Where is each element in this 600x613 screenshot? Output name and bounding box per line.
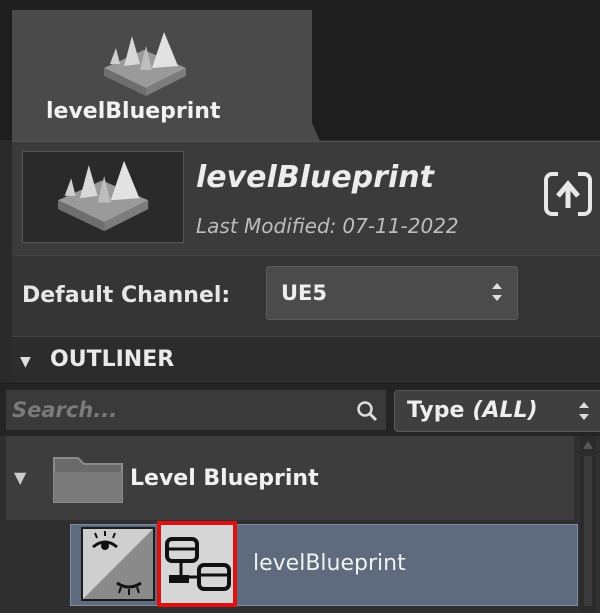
expand-triangle-icon[interactable]: ▼ (14, 468, 26, 487)
export-icon[interactable] (540, 166, 596, 222)
search-icon[interactable] (356, 400, 378, 422)
blueprint-graph-icon (165, 537, 231, 591)
eye-icon (83, 529, 153, 599)
default-channel-value: UE5 (281, 281, 328, 305)
editor-panel: levelBlueprint levelBlueprint Last Modif… (0, 0, 600, 613)
tree-item-label: levelBlueprint (253, 551, 406, 576)
scrollbar[interactable] (580, 436, 596, 613)
last-modified-label: Last Modified: (196, 214, 337, 238)
level-blueprint-icon (104, 32, 186, 96)
default-channel-select[interactable]: UE5 (266, 266, 518, 320)
scroll-up-icon[interactable] (582, 440, 594, 450)
tree-item-row[interactable]: levelBlueprint (70, 521, 578, 607)
collapse-triangle-icon[interactable]: ▼ (20, 354, 31, 370)
scroll-track[interactable] (584, 456, 592, 606)
last-modified: Last Modified: 07-11-2022 (196, 214, 459, 238)
asset-thumbnail (22, 151, 184, 243)
updown-arrows-icon (579, 402, 589, 420)
type-filter-label: Type (ALL) (407, 398, 538, 423)
tab-label: levelBlueprint (46, 99, 221, 124)
outliner-tree: ▼ Level Blueprint levelBlueprint (0, 436, 600, 613)
level-blueprint-icon (58, 160, 149, 232)
outliner-header[interactable]: ▼ OUTLINER (12, 336, 600, 383)
blueprint-icon-highlight[interactable] (157, 521, 237, 607)
asset-title: levelBlueprint (196, 160, 434, 195)
outliner-title: OUTLINER (50, 347, 175, 372)
type-filter-value: (ALL) (472, 398, 538, 423)
tree-folder-row[interactable]: ▼ Level Blueprint (6, 436, 574, 520)
type-filter-name: Type (407, 398, 465, 423)
tab-strip: levelBlueprint (0, 0, 600, 141)
search-input[interactable] (6, 390, 386, 430)
visibility-toggle[interactable] (81, 527, 155, 601)
default-channel-label: Default Channel: (22, 283, 231, 308)
last-modified-date: 07-11-2022 (342, 214, 459, 238)
default-channel-row: Default Channel: UE5 (12, 255, 600, 336)
tree-folder-label: Level Blueprint (130, 466, 319, 491)
type-filter-select[interactable]: Type (ALL) (394, 390, 600, 432)
outliner-search-row: Type (ALL) (0, 383, 600, 436)
updown-arrows-icon (492, 283, 502, 301)
folder-icon (53, 457, 123, 503)
asset-header: levelBlueprint Last Modified: 07-11-2022 (12, 141, 600, 255)
